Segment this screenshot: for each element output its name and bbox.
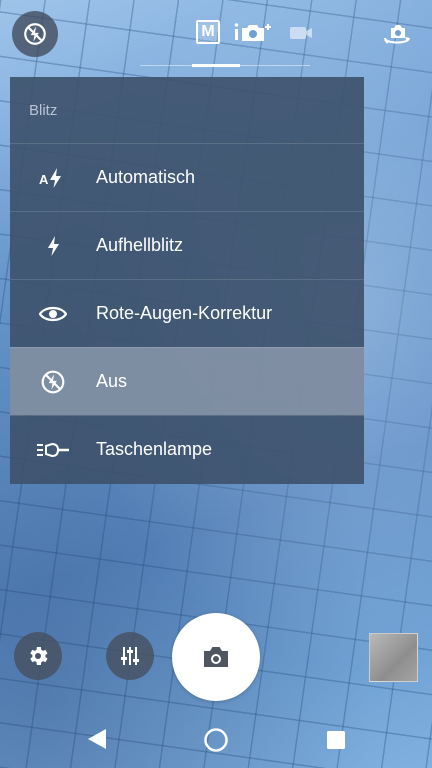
flash-option-label: Rote-Augen-Korrektur <box>96 303 273 323</box>
manual-mode-button[interactable]: M <box>196 20 220 44</box>
flash-off-icon <box>10 369 96 395</box>
flash-option-label: Taschenlampe <box>96 439 213 459</box>
gear-icon <box>30 647 48 665</box>
flash-option-torch[interactable]: Taschenlampe <box>10 415 364 483</box>
switch-camera-button[interactable] <box>380 18 414 52</box>
flash-option-fill[interactable]: Aufhellblitz <box>10 211 364 279</box>
flash-option-auto[interactable]: A Automatisch <box>10 143 364 211</box>
flash-settings-menu: Blitz A Automatisch Aufhellblitz Rote-Au… <box>10 77 364 484</box>
video-mode-icon[interactable] <box>288 20 314 44</box>
eye-icon <box>10 304 96 324</box>
flash-option-off[interactable]: Aus <box>10 347 364 415</box>
mode-selector: M <box>196 14 314 50</box>
flash-option-label: Automatisch <box>96 167 196 187</box>
nav-recents-button[interactable] <box>324 728 348 752</box>
flash-option-label: Aus <box>96 371 128 391</box>
back-icon <box>88 729 106 749</box>
flash-off-icon <box>24 23 46 45</box>
home-icon <box>204 728 228 752</box>
nav-back-button[interactable] <box>84 726 110 752</box>
shutter-button[interactable] <box>172 613 260 701</box>
flash-auto-icon: A <box>10 166 96 190</box>
flash-option-red-eye[interactable]: Rote-Augen-Korrektur <box>10 279 364 347</box>
camera-icon <box>204 647 228 667</box>
sliders-icon <box>121 647 139 665</box>
flash-option-label: Aufhellblitz <box>96 235 184 255</box>
settings-button[interactable] <box>14 632 62 680</box>
active-mode-indicator <box>192 64 240 67</box>
superior-auto-icon[interactable] <box>234 20 274 44</box>
torch-icon <box>10 440 96 460</box>
flash-menu-title: Blitz <box>29 102 58 119</box>
svg-text:A: A <box>39 172 49 187</box>
flash-on-icon <box>10 234 96 258</box>
recents-icon <box>327 731 345 749</box>
switch-camera-icon <box>384 25 410 44</box>
nav-home-button[interactable] <box>203 727 229 753</box>
manual-adjust-button[interactable] <box>106 632 154 680</box>
flash-toggle-button[interactable] <box>12 11 58 57</box>
last-photo-thumbnail[interactable] <box>369 633 418 682</box>
